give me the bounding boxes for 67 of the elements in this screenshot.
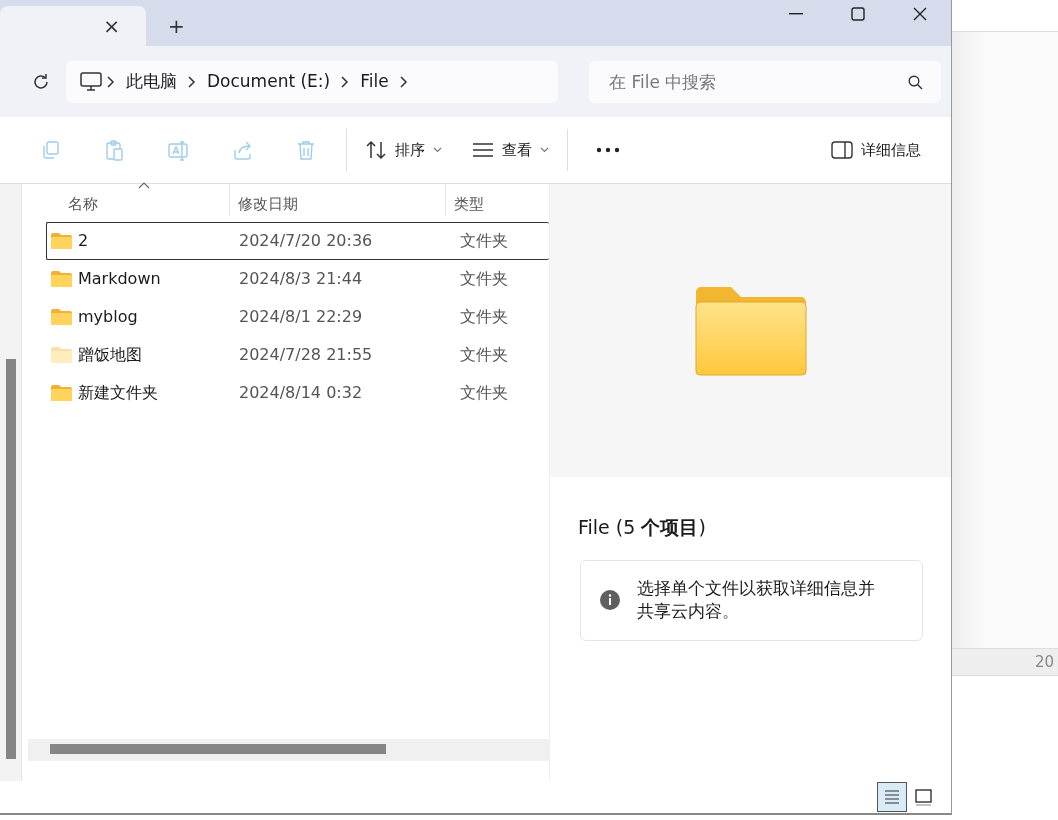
- file-name: myblog: [78, 306, 138, 328]
- background-window-text: 20: [1034, 651, 1055, 673]
- breadcrumb-item[interactable]: File: [354, 66, 395, 97]
- type-cell-text: 文件夹: [459, 230, 508, 252]
- sort-button[interactable]: 排序: [355, 132, 452, 168]
- chevron-icon: [187, 75, 197, 88]
- file-name: 蹭饭地图: [78, 344, 142, 366]
- close-icon: [913, 7, 927, 21]
- info-icon: [599, 589, 621, 612]
- scrollbar-thumb[interactable]: [50, 744, 386, 754]
- list-icon: [472, 142, 494, 158]
- sort-icon: [365, 140, 387, 160]
- file-row[interactable]: 新建文件夹 2024/8/14 0:32 文件夹: [46, 374, 549, 412]
- browser-tab[interactable]: ×: [0, 6, 146, 46]
- share-icon: [232, 139, 252, 161]
- file-row[interactable]: Markdown 2024/8/3 21:44 文件夹: [46, 260, 549, 298]
- file-name: Markdown: [78, 268, 161, 290]
- tiles-view-icon: [914, 787, 934, 807]
- date-cell-text: 2024/8/14 0:32: [238, 382, 364, 404]
- maximize-icon: [851, 7, 865, 21]
- breadcrumb-item[interactable]: Document (E:): [201, 66, 337, 97]
- date-cell-text: 2024/8/3 21:44: [238, 268, 364, 290]
- type-cell-text: 文件夹: [459, 306, 508, 328]
- search-field[interactable]: 在 File 中搜索: [589, 60, 941, 103]
- vertical-scrollbar[interactable]: [0, 184, 22, 781]
- more-icon: [596, 147, 620, 153]
- date-cell-text: 2024/7/20 20:36: [238, 230, 374, 252]
- clipboard-icon: [104, 139, 124, 161]
- minimize-icon: [789, 13, 803, 15]
- horizontal-scrollbar[interactable]: [28, 739, 549, 761]
- column-header[interactable]: 名称: [22, 184, 230, 216]
- details-view-icon: [882, 787, 902, 807]
- file-row[interactable]: myblog 2024/8/1 22:29 文件夹: [46, 298, 549, 336]
- trash-icon: [296, 139, 316, 161]
- close-tab-button[interactable]: ×: [95, 16, 128, 36]
- type-cell-text: 文件夹: [459, 344, 508, 366]
- type-cell-text: 文件夹: [459, 268, 508, 290]
- copy-icon: [40, 139, 60, 161]
- file-name: 2: [78, 230, 89, 252]
- address-bar[interactable]: 此电脑 Document (E:) File: [66, 60, 558, 103]
- details-title: File (5 个项目): [577, 515, 707, 540]
- file-row[interactable]: 蹭饭地图 2024/7/28 21:55 文件夹: [46, 336, 549, 374]
- refresh-icon: [32, 72, 50, 91]
- caret-icon: [433, 147, 442, 153]
- folder-icon: [693, 285, 808, 376]
- search-icon: [908, 74, 923, 90]
- date-cell-text: 2024/8/1 22:29: [238, 306, 364, 328]
- details-view-button[interactable]: [877, 782, 907, 812]
- view-button[interactable]: 查看: [462, 132, 559, 168]
- column-header[interactable]: 修改日期: [230, 184, 446, 216]
- type-cell-text: 文件夹: [459, 382, 508, 404]
- chevron-icon: [398, 75, 409, 88]
- details-button[interactable]: 详细信息: [821, 132, 931, 168]
- computer-icon: [80, 71, 102, 92]
- chevron-icon: [106, 75, 116, 88]
- chevron-icon: [340, 75, 351, 88]
- file-name: 新建文件夹: [78, 382, 158, 404]
- rename-icon: [168, 139, 188, 161]
- caret-icon: [540, 147, 549, 153]
- date-cell-text: 2024/7/28 21:55: [238, 344, 374, 366]
- column-header[interactable]: 类型: [446, 184, 549, 216]
- details-pane-icon: [831, 141, 853, 159]
- new-tab-button[interactable]: +: [160, 16, 193, 36]
- info-text: 选择单个文件以获取详细信息并共享云内容。: [637, 576, 876, 624]
- breadcrumb-item[interactable]: 此电脑: [120, 66, 183, 97]
- file-row[interactable]: 2 2024/7/20 20:36 文件夹: [46, 222, 549, 260]
- scrollbar-thumb[interactable]: [6, 359, 16, 759]
